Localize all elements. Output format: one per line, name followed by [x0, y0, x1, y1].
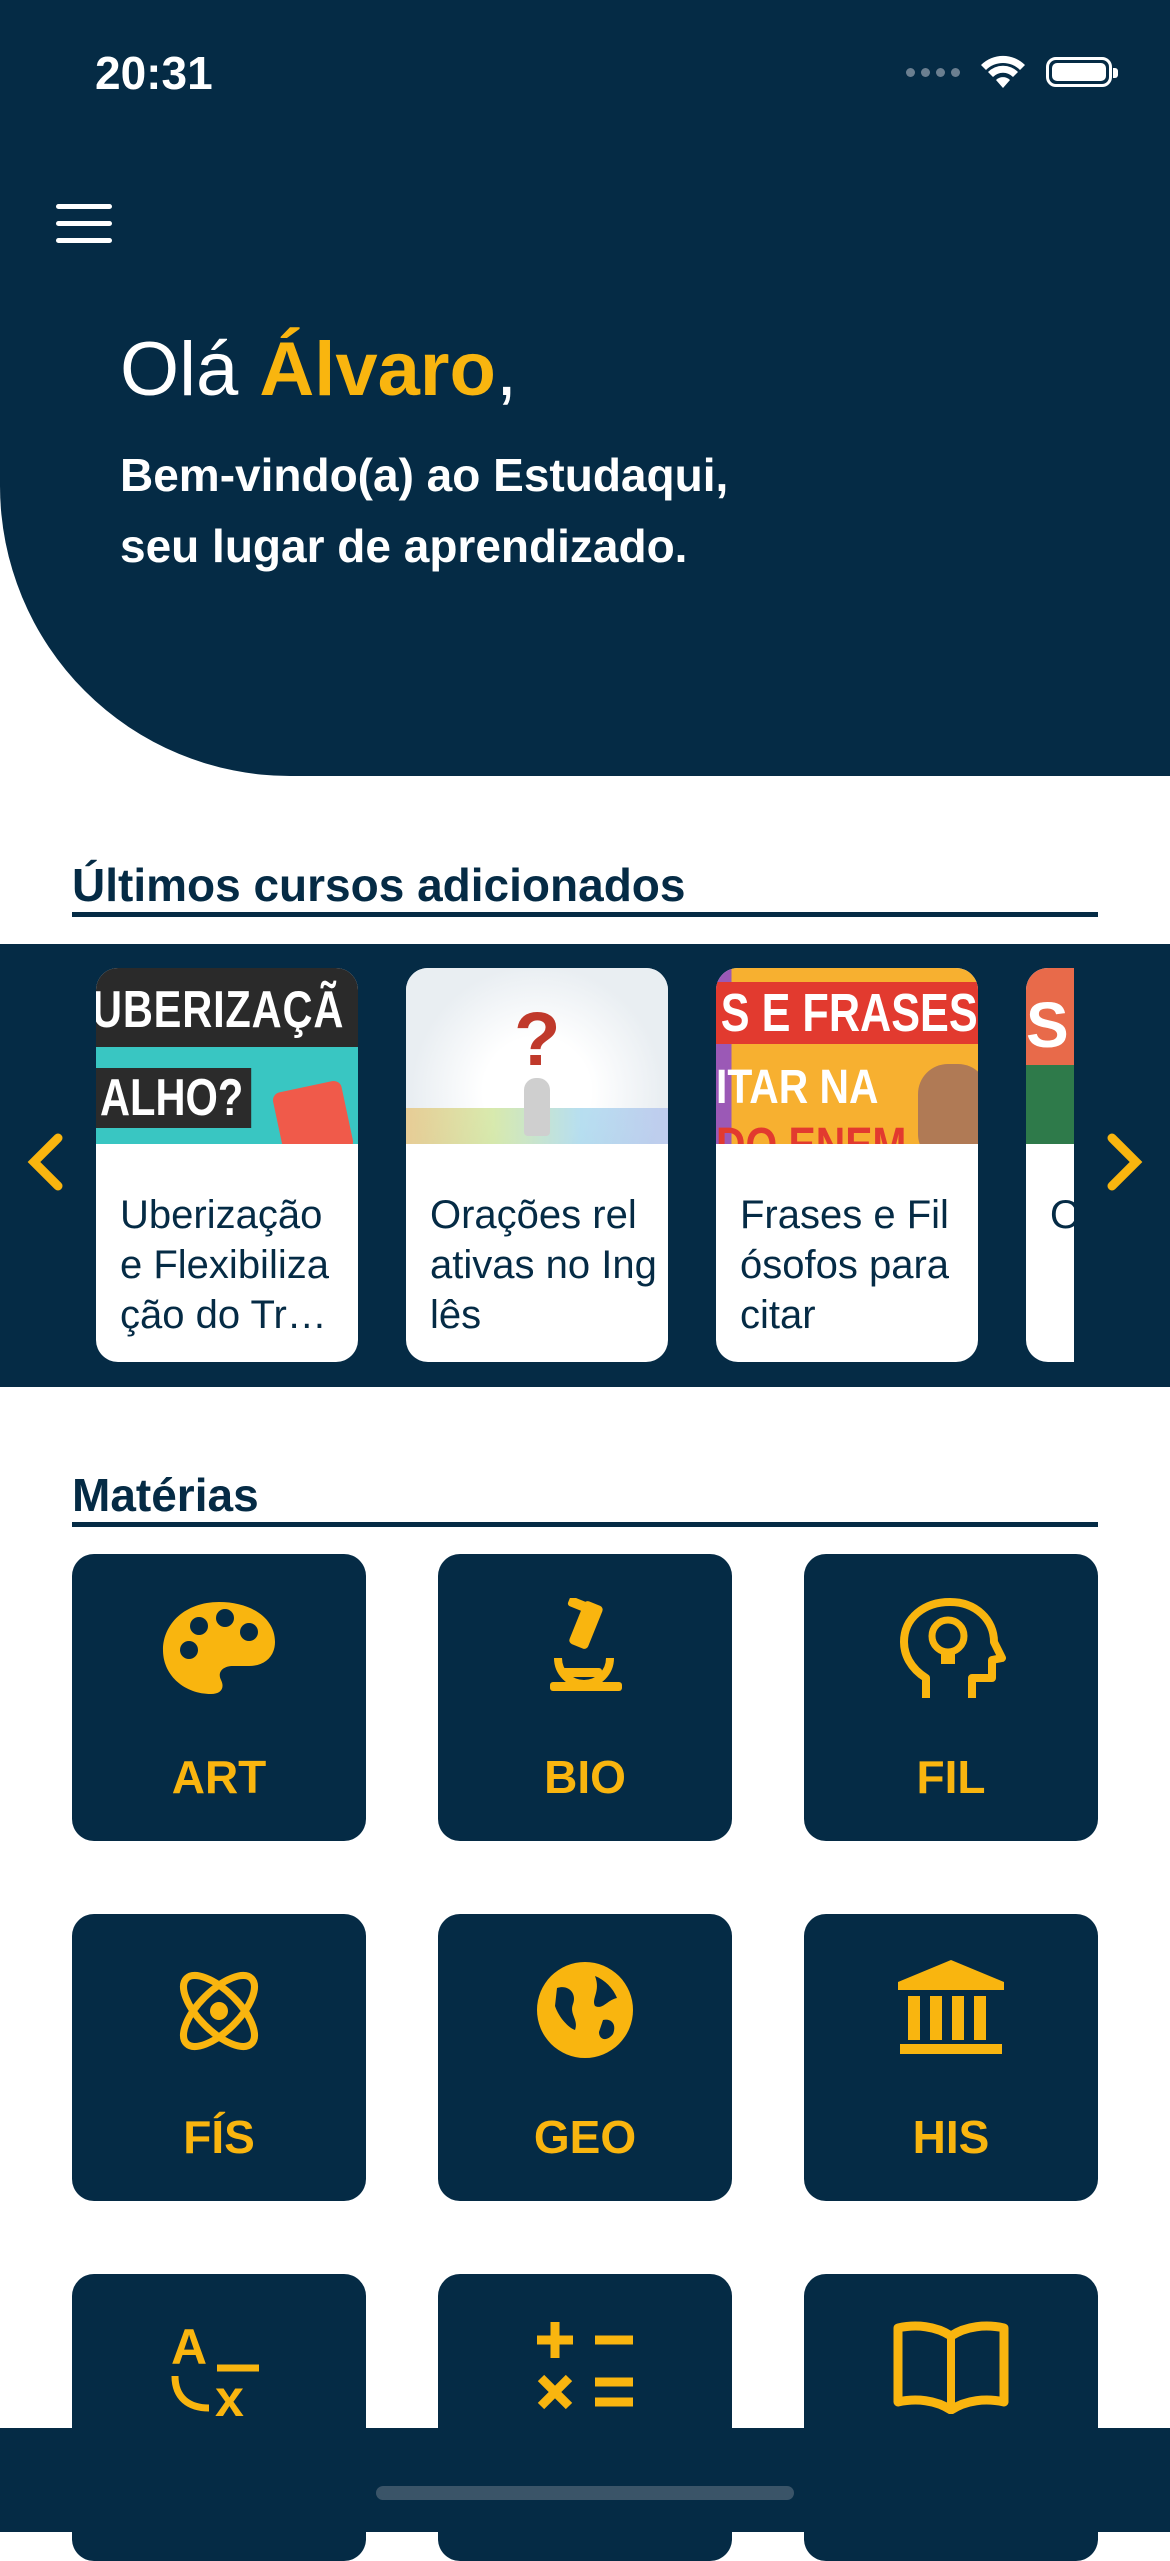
courses-carousel: UBERIZAÇÃ ALHO? Uberização e Flexibiliza… — [0, 944, 1170, 1387]
bottom-bar — [0, 2428, 1170, 2532]
microscope-icon — [550, 1598, 622, 1691]
course-card[interactable]: S O s m — [1026, 968, 1074, 1362]
course-card[interactable]: S E FRASES ITAR NA DO ENEM Frases e Filó… — [716, 968, 978, 1362]
subject-label: FÍS — [183, 2111, 255, 2163]
math-operators-icon — [537, 2322, 633, 2410]
course-title: Uberização e Flexibilização do Trabalho — [120, 1193, 332, 1337]
subject-label: BIO — [544, 1751, 626, 1803]
landmark-icon — [898, 1960, 1004, 2054]
subject-tile-art[interactable]: ART — [72, 1554, 366, 1841]
head-lightbulb-icon — [900, 1598, 1006, 1698]
course-title: O s m — [1050, 1190, 1074, 1240]
atom-icon — [180, 1972, 258, 2050]
course-thumbnail: S E FRASES ITAR NA DO ENEM — [716, 968, 978, 1144]
course-title: Orações relativas no Inglês — [430, 1193, 657, 1337]
svg-text:A: A — [171, 2319, 207, 2375]
subjects-divider — [72, 1522, 1098, 1527]
cellular-signal-icon — [906, 67, 960, 77]
subject-label: FIL — [916, 1751, 986, 1803]
course-card[interactable]: UBERIZAÇÃ ALHO? Uberização e Flexibiliza… — [96, 968, 358, 1362]
subject-label: HIS — [912, 2111, 990, 2163]
subject-tile-his[interactable]: HIS — [804, 1914, 1098, 2201]
course-thumbnail: ? — [406, 968, 668, 1144]
chevron-right-icon[interactable] — [1100, 1132, 1148, 1192]
course-card[interactable]: ? Orações relativas no Inglês — [406, 968, 668, 1362]
subject-tile-fis[interactable]: FÍS — [72, 1914, 366, 2201]
latest-courses-divider — [72, 912, 1098, 917]
hamburger-icon — [56, 204, 112, 209]
subject-label: GEO — [533, 2111, 637, 2163]
chevron-left-icon[interactable] — [22, 1132, 70, 1192]
course-thumbnail: UBERIZAÇÃ ALHO? — [96, 968, 358, 1144]
open-book-icon — [893, 2321, 1009, 2414]
subject-tile-fil[interactable]: FIL — [804, 1554, 1098, 1841]
courses-viewport: UBERIZAÇÃ ALHO? Uberização e Flexibiliza… — [96, 968, 1074, 1364]
greeting: Olá Álvaro, — [120, 327, 518, 412]
palette-icon — [163, 1602, 275, 1694]
menu-button[interactable] — [56, 204, 112, 246]
course-title: Frases e Filósofos para citar — [740, 1193, 950, 1337]
user-name: Álvaro — [259, 327, 496, 412]
svg-text:x: x — [215, 2370, 244, 2422]
subject-label: ART — [171, 1751, 267, 1803]
course-thumbnail: S — [1026, 968, 1074, 1144]
subject-tile-bio[interactable]: BIO — [438, 1554, 732, 1841]
battery-icon — [1046, 57, 1118, 87]
translate-icon: A x — [171, 2319, 259, 2422]
subjects-title: Matérias — [72, 1469, 259, 1521]
wifi-icon — [981, 55, 1025, 88]
status-icons — [906, 52, 1118, 92]
subject-tile-geo[interactable]: GEO — [438, 1914, 732, 2201]
status-time: 20:31 — [95, 47, 213, 99]
home-indicator[interactable] — [376, 2486, 794, 2500]
globe-icon — [537, 1962, 633, 2058]
latest-courses-title: Últimos cursos adicionados — [72, 859, 686, 911]
welcome-message: Bem-vindo(a) ao Estudaqui, seu lugar de … — [120, 449, 729, 572]
